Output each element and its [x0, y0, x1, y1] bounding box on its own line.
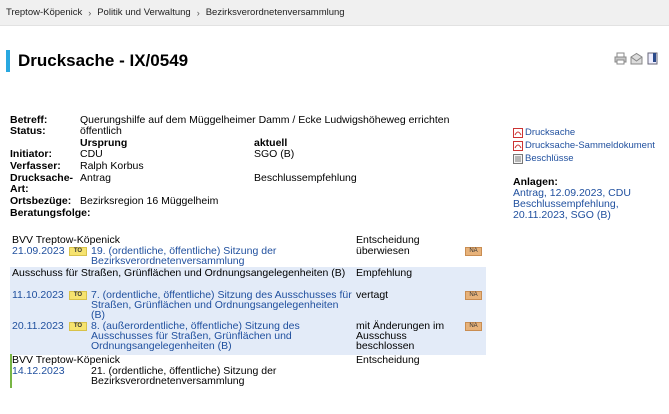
chevron-right-icon: ›: [88, 7, 92, 18]
pdf-icon: [513, 140, 523, 151]
breadcrumb: Treptow-Köpenick › Politik und Verwaltun…: [0, 0, 669, 26]
doc-link-label[interactable]: Drucksache: [525, 127, 575, 138]
gremium-row: BVV Treptow-Köpenick Entscheidung: [10, 234, 486, 246]
to-badge[interactable]: TO: [69, 247, 87, 256]
na-badge[interactable]: NA: [465, 322, 482, 331]
gremium-role: Empfehlung: [356, 267, 413, 279]
page-title-container: Drucksache - IX/0549: [6, 50, 188, 72]
doc-link-sammeldokument[interactable]: Drucksache-Sammeldokument: [513, 139, 663, 152]
breadcrumb-item-bvv[interactable]: Bezirksverordnetenversammlung: [206, 7, 345, 18]
session-result: überwiesen: [356, 245, 410, 257]
gremium-role: Entscheidung: [356, 234, 420, 246]
bookmark-icon[interactable]: [646, 52, 659, 65]
beratungsfolge-label: Beratungsfolge:: [10, 207, 91, 219]
print-icon[interactable]: [614, 52, 627, 65]
to-badge[interactable]: TO: [69, 322, 87, 331]
pdf-icon: [513, 127, 523, 138]
session-title-link[interactable]: 19. (ordentliche, öffentliche) Sitzung d…: [91, 246, 353, 267]
session-date-link[interactable]: 14.12.2023: [12, 366, 65, 377]
status-value: öffentlich: [80, 125, 122, 137]
gremium-role: Entscheidung: [356, 354, 420, 366]
session-title-link[interactable]: 7. (ordentliche, öffentliche) Sitzung de…: [91, 290, 353, 321]
session-title-link[interactable]: 8. (außerordentliche, öffentliche) Sitzu…: [91, 321, 353, 352]
gremium-name: Ausschuss für Straßen, Grünflächen und O…: [12, 267, 346, 279]
initiator-ursprung: CDU: [80, 148, 103, 160]
session-date-link[interactable]: 21.09.2023: [12, 246, 65, 257]
session-date-link[interactable]: 11.10.2023: [12, 290, 64, 301]
betreff-value: Querungshilfe auf dem Müggelheimer Damm …: [80, 114, 450, 126]
to-badge[interactable]: TO: [69, 291, 87, 300]
doc-link-label[interactable]: Beschlüsse: [525, 153, 574, 164]
breadcrumb-item-politik[interactable]: Politik und Verwaltung: [97, 7, 190, 18]
session-row: 21.09.2023 TO 19. (ordentliche, öffentli…: [10, 245, 486, 266]
anlagen-list: Antrag, 12.09.2023, CDU Beschlussempfehl…: [513, 188, 663, 221]
gremium-name: BVV Treptow-Köpenick: [12, 234, 120, 246]
session-result: vertagt: [356, 289, 389, 301]
session-result: mit Änderungen im Ausschuss beschlossen: [356, 320, 445, 352]
verfasser-value: Ralph Korbus: [80, 160, 144, 172]
mail-icon[interactable]: [630, 52, 643, 65]
breadcrumb-item-bezirk[interactable]: Treptow-Köpenick: [6, 7, 82, 18]
session-title: 21. (ordentliche, öffentliche) Sitzung d…: [91, 365, 277, 387]
art-ursprung: Antrag: [80, 172, 111, 184]
ortsbezuege-value: Bezirksregion 16 Müggelheim: [80, 195, 219, 207]
gremium-name: BVV Treptow-Köpenick: [12, 354, 120, 366]
doc-link-beschluesse[interactable]: Beschlüsse: [513, 152, 663, 165]
initiator-aktuell: SGO (B): [254, 148, 295, 160]
status-label: Status:: [10, 125, 46, 137]
na-badge[interactable]: NA: [465, 291, 482, 300]
document-links: Drucksache Drucksache-Sammeldokument Bes…: [513, 126, 663, 165]
page-title: Drucksache - IX/0549: [18, 51, 189, 70]
ortsbezuege-label: Ortsbezüge:: [10, 195, 72, 207]
title-accent-bar: [6, 50, 10, 72]
na-badge[interactable]: NA: [465, 247, 482, 256]
session-date-link[interactable]: 20.11.2023: [12, 321, 64, 332]
chevron-right-icon: ›: [196, 7, 200, 18]
doc-link-drucksache[interactable]: Drucksache: [513, 126, 663, 139]
verfasser-label: Verfasser:: [10, 160, 61, 172]
page-tools: [614, 52, 659, 65]
document-icon: [513, 153, 523, 164]
initiator-label: Initiator:: [10, 148, 52, 160]
committee-block: Ausschuss für Straßen, Grünflächen und O…: [10, 267, 486, 355]
art-aktuell: Beschlussempfehlung: [254, 172, 357, 184]
doc-link-label[interactable]: Drucksache-Sammeldokument: [525, 140, 655, 151]
upcoming-session-indicator: [10, 354, 12, 388]
art-label-line2: Art:: [10, 183, 29, 195]
anlage-link[interactable]: 20.11.2023, SGO (B): [513, 210, 663, 221]
session-row: 14.12.2023 21. (ordentliche, öffentliche…: [10, 366, 486, 387]
